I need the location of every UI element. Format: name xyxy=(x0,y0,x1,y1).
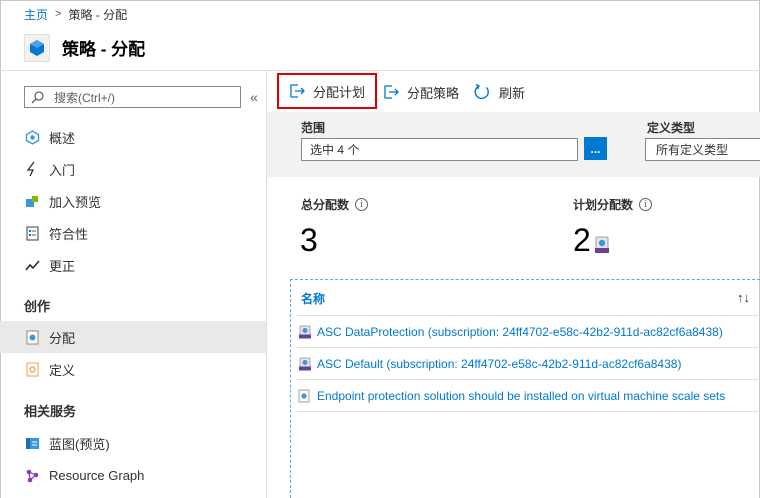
definition-type-select[interactable]: 所有定义类型 xyxy=(645,138,760,161)
sidebar-item-label: 蓝图(预览) xyxy=(49,436,110,452)
sidebar-item-label: 加入预览 xyxy=(49,194,102,210)
collapse-sidebar-button[interactable]: « xyxy=(247,86,261,108)
initiative-icon xyxy=(298,325,312,339)
policy-hexagon-icon xyxy=(24,34,50,62)
initiative-icon xyxy=(298,357,312,371)
assign-arrow-icon xyxy=(383,84,399,100)
sidebar-item-definitions[interactable]: 定义 xyxy=(0,353,266,385)
sidebar-item-assignments[interactable]: 分配 xyxy=(0,321,266,353)
scope-input[interactable]: 选中 4 个 xyxy=(301,138,578,161)
definition-type-value: 所有定义类型 xyxy=(656,143,729,157)
sidebar-item-label: 分配 xyxy=(49,330,76,346)
total-assignments-label: 总分配数 i xyxy=(301,196,369,213)
remediation-icon xyxy=(24,257,40,273)
header-divider xyxy=(0,70,760,71)
assign-initiative-label: 分配计划 xyxy=(313,84,366,100)
scope-picker-button[interactable]: ... xyxy=(584,137,607,160)
list-item-name: Endpoint protection solution should be i… xyxy=(317,389,726,403)
row-divider xyxy=(297,411,760,412)
total-assignments-value: 3 xyxy=(300,222,318,258)
search-placeholder: 搜索(Ctrl+/) xyxy=(54,90,115,105)
initiative-assignments-value: 2 xyxy=(573,222,591,258)
sidebar-item-label: Resource Graph xyxy=(49,467,145,483)
sidebar-item-label: 更正 xyxy=(49,258,76,274)
resource-graph-icon xyxy=(24,467,40,483)
scope-value: 选中 4 个 xyxy=(310,143,360,157)
assign-policy-button[interactable]: 分配策略 xyxy=(383,74,459,110)
sidebar-item-compliance[interactable]: 符合性 xyxy=(0,217,266,249)
row-divider xyxy=(297,379,760,380)
info-icon[interactable]: i xyxy=(355,198,369,211)
row-divider xyxy=(297,347,760,348)
sidebar-item-label: 定义 xyxy=(49,362,76,378)
initiative-assignments-text: 计划分配数 xyxy=(573,198,634,212)
row-divider xyxy=(297,315,760,316)
search-icon xyxy=(31,90,44,104)
initiative-icon xyxy=(594,236,610,254)
assign-initiative-button[interactable]: 分配计划 xyxy=(277,73,378,109)
refresh-button[interactable]: 刷新 xyxy=(473,74,525,110)
breadcrumb-current: 策略 - 分配 xyxy=(68,7,128,22)
definition-type-label: 定义类型 xyxy=(647,121,696,135)
compliance-icon xyxy=(24,225,40,241)
breadcrumb: 主页 > 策略 - 分配 xyxy=(24,6,127,22)
initiative-assignments-value-wrap: 2 xyxy=(573,222,610,259)
list-item-name: ASC DataProtection (subscription: 24ff47… xyxy=(317,325,723,339)
assign-policy-label: 分配策略 xyxy=(407,85,460,101)
policy-icon xyxy=(298,389,312,403)
breadcrumb-home-link[interactable]: 主页 xyxy=(24,6,48,23)
section-related-services: 相关服务 xyxy=(24,404,77,419)
list-item[interactable]: ASC DataProtection (subscription: 24ff47… xyxy=(298,322,760,342)
lightning-icon xyxy=(24,161,40,177)
sidebar-item-label: 入门 xyxy=(49,162,76,178)
sidebar-item-resource-graph[interactable]: Resource Graph xyxy=(0,459,266,491)
list-item[interactable]: Endpoint protection solution should be i… xyxy=(298,386,760,406)
info-icon[interactable]: i xyxy=(639,198,653,211)
sidebar-item-label: 概述 xyxy=(49,130,76,146)
refresh-label: 刷新 xyxy=(499,85,526,101)
blueprint-icon xyxy=(24,435,40,451)
preview-icon xyxy=(24,193,40,209)
sidebar-item-overview[interactable]: 概述 xyxy=(0,121,266,153)
list-item[interactable]: ASC Default (subscription: 24ff4702-e58c… xyxy=(298,354,760,374)
sidebar-item-remediation[interactable]: 更正 xyxy=(0,249,266,281)
refresh-icon xyxy=(473,83,491,101)
name-column-header[interactable]: 名称 xyxy=(301,290,325,307)
sidebar-search-input[interactable]: 搜索(Ctrl+/) xyxy=(24,86,241,108)
sidebar-item-join-preview[interactable]: 加入预览 xyxy=(0,185,266,217)
assign-arrow-icon xyxy=(289,83,305,99)
total-assignments-text: 总分配数 xyxy=(301,198,350,212)
sidebar-item-getting-started[interactable]: 入门 xyxy=(0,153,266,185)
chevron-right-icon: > xyxy=(55,8,62,20)
sidebar-item-blueprints[interactable]: 蓝图(预览) xyxy=(0,427,266,459)
sidebar-item-label: 符合性 xyxy=(49,226,89,242)
page-title: 策略 - 分配 xyxy=(62,40,146,59)
initiative-assignments-label: 计划分配数 i xyxy=(573,196,653,213)
list-item-name: ASC Default (subscription: 24ff4702-e58c… xyxy=(317,357,682,371)
scope-label: 范围 xyxy=(301,121,326,135)
sort-icon[interactable]: ↑↓ xyxy=(737,290,750,305)
section-authoring: 创作 xyxy=(24,299,51,314)
overview-icon xyxy=(24,129,40,145)
assignment-icon xyxy=(24,329,40,345)
definition-icon xyxy=(24,361,40,377)
